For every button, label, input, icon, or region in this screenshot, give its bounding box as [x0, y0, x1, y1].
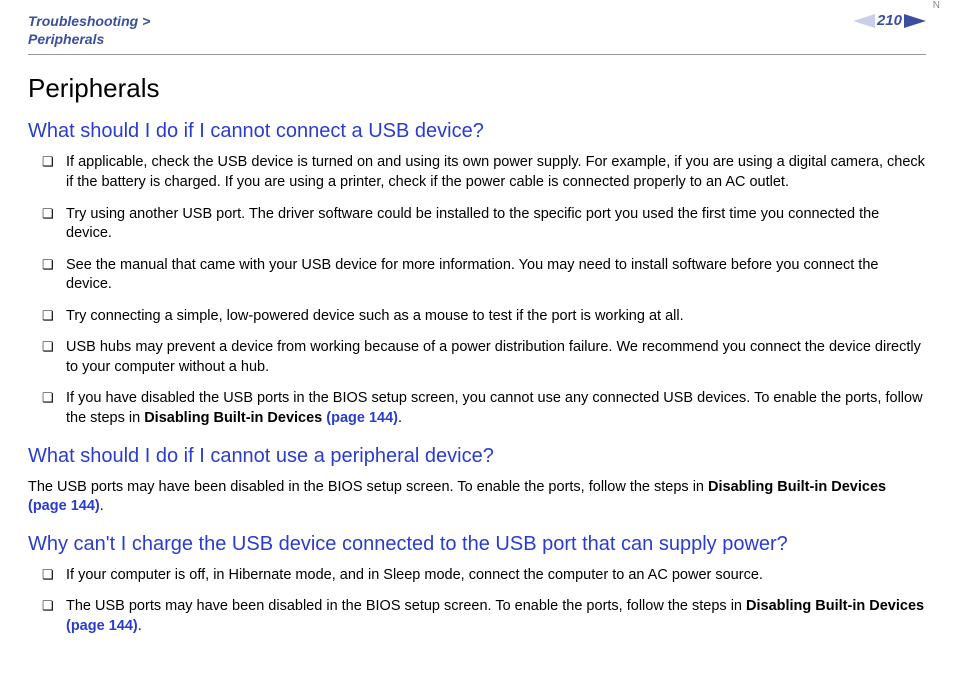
next-page-icon[interactable] — [904, 14, 926, 28]
list-item: If you have disabled the USB ports in th… — [42, 389, 926, 428]
list-text: If your computer is off, in Hibernate mo… — [66, 567, 763, 583]
list-item: If applicable, check the USB device is t… — [42, 153, 926, 192]
list-text-post: . — [398, 410, 402, 426]
list-text: The USB ports may have been disabled in … — [66, 598, 746, 614]
page-number: 210 — [877, 12, 902, 29]
bullet-list: If applicable, check the USB device is t… — [28, 153, 926, 428]
paragraph: The USB ports may have been disabled in … — [28, 478, 926, 517]
list-text: See the manual that came with your USB d… — [66, 257, 878, 293]
list-text: USB hubs may prevent a device from worki… — [66, 339, 921, 375]
breadcrumb: Troubleshooting > Peripherals — [28, 12, 150, 48]
header: Troubleshooting > Peripherals 210 — [28, 12, 926, 55]
breadcrumb-current[interactable]: Peripherals — [28, 31, 104, 47]
para-text-post: . — [100, 498, 104, 514]
list-item: Try using another USB port. The driver s… — [42, 205, 926, 244]
list-item: USB hubs may prevent a device from worki… — [42, 338, 926, 377]
question-heading: Why can't I charge the USB device connec… — [28, 533, 926, 556]
list-item: If your computer is off, in Hibernate mo… — [42, 566, 926, 586]
list-item: The USB ports may have been disabled in … — [42, 597, 926, 636]
list-text: Try using another USB port. The driver s… — [66, 206, 879, 242]
list-text: Try connecting a simple, low-powered dev… — [66, 308, 684, 324]
pager: 210 — [853, 12, 926, 29]
question-heading: What should I do if I cannot use a perip… — [28, 445, 926, 468]
page-link[interactable]: (page 144) — [66, 618, 138, 634]
bold-ref: Disabling Built-in Devices — [708, 479, 886, 495]
bold-ref: Disabling Built-in Devices — [144, 410, 326, 426]
list-text: If applicable, check the USB device is t… — [66, 154, 925, 190]
list-item: Try connecting a simple, low-powered dev… — [42, 307, 926, 327]
question-heading: What should I do if I cannot connect a U… — [28, 120, 926, 143]
page-link[interactable]: (page 144) — [326, 410, 398, 426]
nav-letter: N — [933, 0, 940, 11]
list-item: See the manual that came with your USB d… — [42, 256, 926, 295]
page-title: Peripherals — [28, 73, 926, 104]
page-link[interactable]: (page 144) — [28, 498, 100, 514]
prev-page-icon[interactable] — [853, 14, 875, 28]
list-text-post: . — [138, 618, 142, 634]
breadcrumb-parent[interactable]: Troubleshooting > — [28, 13, 150, 29]
bullet-list: If your computer is off, in Hibernate mo… — [28, 566, 926, 637]
para-text: The USB ports may have been disabled in … — [28, 479, 708, 495]
bold-ref: Disabling Built-in Devices — [746, 598, 924, 614]
